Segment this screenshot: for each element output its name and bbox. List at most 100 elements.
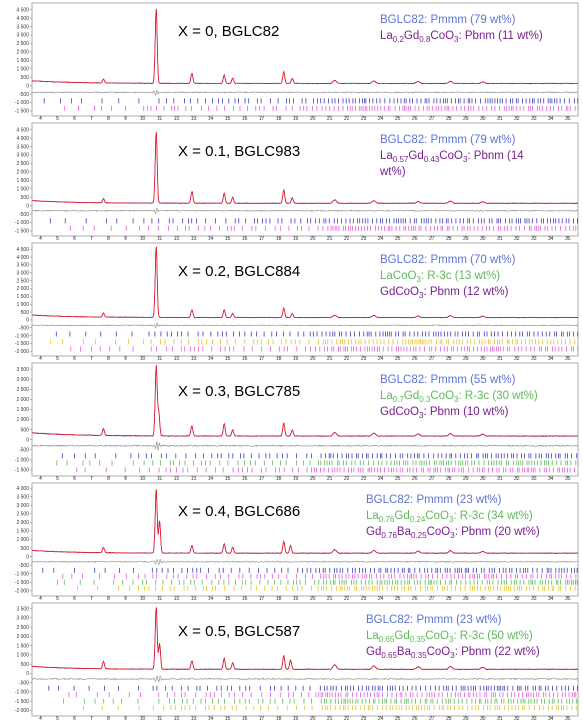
y-tick-label: 1 000 [16, 537, 29, 543]
chart-panel-2: 4 500 4 000 3 500 3 0002 500 2 000 1 500 1 000… [15, 242, 579, 360]
y-tick-label: -500 [19, 680, 29, 686]
y-tick-label: 3 500 [16, 263, 29, 269]
y-tick-label: 1 500 [16, 529, 29, 535]
y-tick-label: 2 000 [16, 634, 29, 640]
reflection-ticks-3 [77, 585, 578, 591]
y-tick-label: 2 500 [16, 278, 29, 284]
legend-text-part: 0.3 [419, 395, 431, 404]
legend-text-part: 0.35 [410, 635, 426, 644]
reflection-ticks-1 [68, 692, 577, 698]
legend-text-part: Gd [404, 390, 419, 402]
legend-text-part: CoO [430, 30, 454, 42]
x-tick-label: 24 [378, 716, 384, 720]
legend-text-part: BGLC82: Pmmm (55 wt%) [380, 374, 516, 386]
reflection-ticks-2 [70, 346, 579, 352]
y-tick-label: 4 500 [16, 247, 29, 253]
legend-entry: Gd0.65​Ba0.35​CoO3​: Pbnm (22 wt%) [366, 646, 540, 660]
legend-text-part: BGLC82: Pmmm (79 wt%) [380, 134, 516, 146]
legend-text-part: CoO [430, 390, 454, 402]
x-tick-label: 33 [531, 716, 537, 720]
x-tick-label: 16 [242, 716, 248, 720]
panel-title: X = 0.4, BGLC686 [178, 503, 300, 520]
legend-text-part: 0.76 [379, 515, 395, 524]
legend-text-part: GdCoO [380, 406, 419, 418]
x-tick-label: 11 [157, 716, 162, 720]
xrd-figure: 4 500 4 000 3 500 3 000 2 500 2 000 1 500 1 000… [0, 0, 583, 720]
legend-text-part: 0.24 [410, 515, 426, 524]
legend-entry: BGLC82: Pmmm (79 wt%) [380, 14, 516, 26]
reflection-ticks-2 [63, 698, 579, 704]
x-tick-label: 18 [276, 716, 282, 720]
legend-text-part: La [380, 150, 393, 162]
y-tick-label: 4 500 [16, 127, 29, 133]
legend-text-part: Gd [366, 526, 381, 538]
y-tick-label: -1 500 [15, 699, 29, 705]
reflection-ticks-1 [63, 105, 579, 111]
reflection-ticks-2 [57, 579, 578, 585]
x-tick-label: 22 [344, 716, 350, 720]
reflection-ticks-2 [76, 467, 575, 473]
panel-title: X = 0.2, BGLC884 [178, 263, 300, 280]
y-tick-label: 4 500 [16, 7, 29, 13]
legend-text-part: CoO [427, 646, 451, 658]
legend-text-part: : Pbnm (22 wt%) [455, 646, 540, 658]
x-tick-label: 9 [124, 716, 127, 720]
x-tick-label: 27 [429, 716, 435, 720]
y-tick-label: 1 500 [16, 294, 29, 300]
x-tick-label: 26 [412, 716, 418, 720]
panel-title: X = 0.5, BGLC587 [178, 623, 300, 640]
legend-text-part: 0.25 [411, 531, 427, 540]
y-tick-label: 2 500 [16, 625, 29, 631]
y-tick-label: 500 [21, 546, 30, 552]
y-tick-label: -1 500 [15, 341, 29, 347]
legend-entry: BGLC82: Pmmm (23 wt%) [366, 614, 502, 626]
x-tick-label: 14 [208, 716, 214, 720]
legend-text-part: CoO [427, 526, 451, 538]
x-tick-label: 23 [361, 716, 367, 720]
legend-entry: LaCoO3​: R-3c (13 wt%) [380, 270, 500, 284]
reflection-ticks-0 [49, 218, 578, 224]
x-tick-label: 35 [565, 716, 571, 720]
legend-entry: La0.2​Gd0.8​CoO3​: Pbnm (11 wt%) [380, 30, 543, 44]
y-tick-label: -1 000 [15, 333, 29, 339]
x-tick-label: 25 [395, 716, 401, 720]
x-tick-label: 12 [174, 716, 180, 720]
legend-text-part: 0.76 [381, 531, 397, 540]
legend-text-part: Gd [404, 30, 419, 42]
y-tick-label: 2 000 [16, 170, 29, 176]
y-tick-label: 500 [21, 310, 30, 316]
y-tick-label: 0 [26, 437, 29, 443]
y-tick-label: 3 000 [16, 271, 29, 277]
y-tick-label: 0 [26, 554, 29, 560]
y-tick-label: 0 [26, 83, 29, 89]
legend-text-part: 0.2 [393, 35, 405, 44]
legend-text-part: : Pbnm (14 [467, 150, 524, 162]
panel-title: X = 0.1, BGLC983 [178, 143, 300, 160]
legend-entry: La0.7​Gd0.3​CoO3​: R-3c (30 wt%) [380, 390, 538, 404]
x-tick-label: 28 [446, 716, 452, 720]
reflection-ticks-0 [61, 453, 578, 459]
legend-text-part: Gd [408, 150, 423, 162]
legend-entry: La0.57​Gd0.43​CoO3​: Pbnm (14 [380, 150, 524, 164]
y-tick-label: 500 [21, 427, 30, 433]
panel-title: X = 0.3, BGLC785 [178, 383, 300, 400]
legend-text-part: : Pbnm (20 wt%) [455, 526, 540, 538]
y-tick-label: 4 000 [16, 486, 29, 492]
legend-entry: La0.76​Gd0.24​CoO3​: R-3c (34 wt%) [366, 510, 533, 524]
x-tick-label: 20 [310, 716, 316, 720]
legend-text-part: : Pbnm (12 wt%) [423, 286, 508, 298]
reflection-ticks-0 [43, 98, 579, 104]
x-tick-label: 10 [140, 716, 146, 720]
legend-text-part: Gd [394, 630, 409, 642]
x-tick-label: 4 [39, 716, 42, 720]
legend-text-part: BGLC82: Pmmm (79 wt%) [380, 14, 516, 26]
legend-entry: BGLC82: Pmmm (23 wt%) [366, 494, 502, 506]
y-tick-label: 3 500 [16, 24, 29, 30]
y-tick-label: 1 000 [16, 653, 29, 659]
y-tick-label: -1 000 [15, 690, 29, 696]
difference-series [31, 675, 579, 684]
legend-entry: BGLC82: Pmmm (55 wt%) [380, 374, 516, 386]
legend-text-part: Ba [397, 646, 412, 658]
legend-text-part: BGLC82: Pmmm (23 wt%) [366, 614, 502, 626]
legend-text-part: 0.7 [393, 395, 405, 404]
